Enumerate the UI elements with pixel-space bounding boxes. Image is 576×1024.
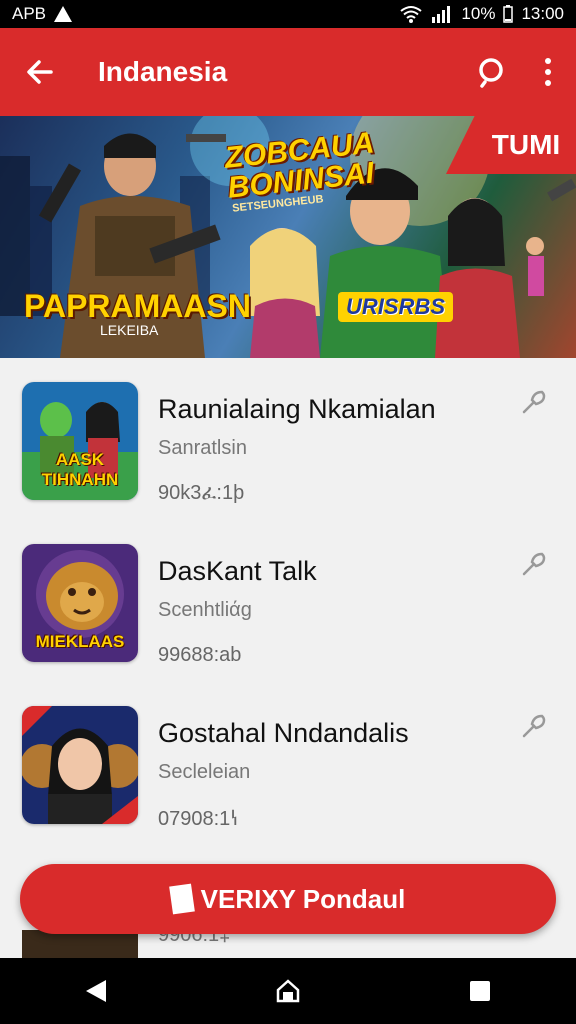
app-thumbnail xyxy=(22,706,138,824)
promo-banner[interactable]: TUMI ZOBCAUA BONINSAI SETSEUNGHEUB PAPRA… xyxy=(0,116,576,358)
item-meta: 99688:ab xyxy=(158,644,242,666)
item-text: Raunialaing Nkamialan Sanratlsin 90k3ፈ:1… xyxy=(158,382,554,505)
status-left: APB xyxy=(12,4,73,24)
signal-icon xyxy=(432,6,451,23)
back-button[interactable] xyxy=(0,28,80,116)
thumbnail-art xyxy=(22,706,138,824)
clock: 13:00 xyxy=(521,4,564,23)
pin-icon[interactable] xyxy=(520,712,548,740)
more-options-button[interactable] xyxy=(520,44,576,100)
system-nav-bar xyxy=(0,958,576,1024)
primary-action-button[interactable]: VERIXY Pondaul xyxy=(20,864,556,934)
wifi-icon xyxy=(400,6,423,23)
back-triangle-icon xyxy=(86,980,106,1002)
search-icon xyxy=(479,58,503,88)
item-text: Gostahal Nndandalis Secleleian 07908:1ꝇ xyxy=(158,706,554,831)
item-subtitle: Scenhtliάg xyxy=(158,599,252,621)
app-thumbnail: MIEKLAAS xyxy=(22,544,138,662)
primary-action-label: VERIXY Pondaul xyxy=(200,883,406,914)
nav-recents-button[interactable] xyxy=(455,966,505,1016)
app-thumbnail: AASK TIHNAHN xyxy=(22,382,138,500)
banner-logo: URISRBS xyxy=(338,292,454,322)
item-subtitle: Sanratlsin xyxy=(158,437,247,459)
arrow-back-icon xyxy=(27,60,53,84)
app-notification-icon xyxy=(54,6,73,22)
battery-icon xyxy=(503,5,514,23)
item-title: Raunialaing Nkamialan xyxy=(158,394,436,424)
pin-icon[interactable] xyxy=(520,388,548,416)
pin-icon[interactable] xyxy=(520,550,548,578)
more-vert-icon xyxy=(545,58,551,86)
item-title: DasKant Talk xyxy=(158,556,317,586)
search-button[interactable] xyxy=(464,44,520,100)
status-right: 10% 13:00 xyxy=(399,4,564,24)
recents-icon xyxy=(470,981,490,1001)
item-text: DasKant Talk Scenhtliάg 99688:ab xyxy=(158,544,554,667)
item-title: Gostahal Nndandalis xyxy=(158,718,409,748)
battery-label: 10% xyxy=(461,4,496,23)
nav-home-button[interactable] xyxy=(263,966,313,1016)
partial-thumbnail xyxy=(22,930,138,960)
carrier-label: APB xyxy=(12,4,47,23)
app-bar: Indanesia xyxy=(0,28,576,116)
banner-brand: PAPRAMAASN xyxy=(24,288,251,324)
item-subtitle: Secleleian xyxy=(158,761,251,783)
home-icon xyxy=(276,979,300,1003)
document-icon xyxy=(168,883,195,915)
list-item[interactable]: MIEKLAAS DasKant Talk Scenhtliάg 99688:a… xyxy=(0,520,576,682)
page-title: Indanesia xyxy=(98,56,228,87)
list-item[interactable]: Gostahal Nndandalis Secleleian 07908:1ꝇ xyxy=(0,682,576,844)
thumbnail-label: AASK TIHNAHN xyxy=(41,450,119,489)
app-list: AASK TIHNAHN Raunialaing Nkamialan Sanra… xyxy=(0,358,576,844)
status-bar: APB 10% 13:00 xyxy=(0,0,576,28)
thumbnail-label: MIEKLAAS xyxy=(35,632,125,651)
list-item[interactable]: AASK TIHNAHN Raunialaing Nkamialan Sanra… xyxy=(0,358,576,520)
nav-back-button[interactable] xyxy=(71,966,121,1016)
item-meta: 07908:1ꝇ xyxy=(158,808,239,830)
banner-brand-sub: LEKEIBA xyxy=(100,322,159,338)
item-meta: 90k3ፈ:1þ xyxy=(158,482,245,504)
